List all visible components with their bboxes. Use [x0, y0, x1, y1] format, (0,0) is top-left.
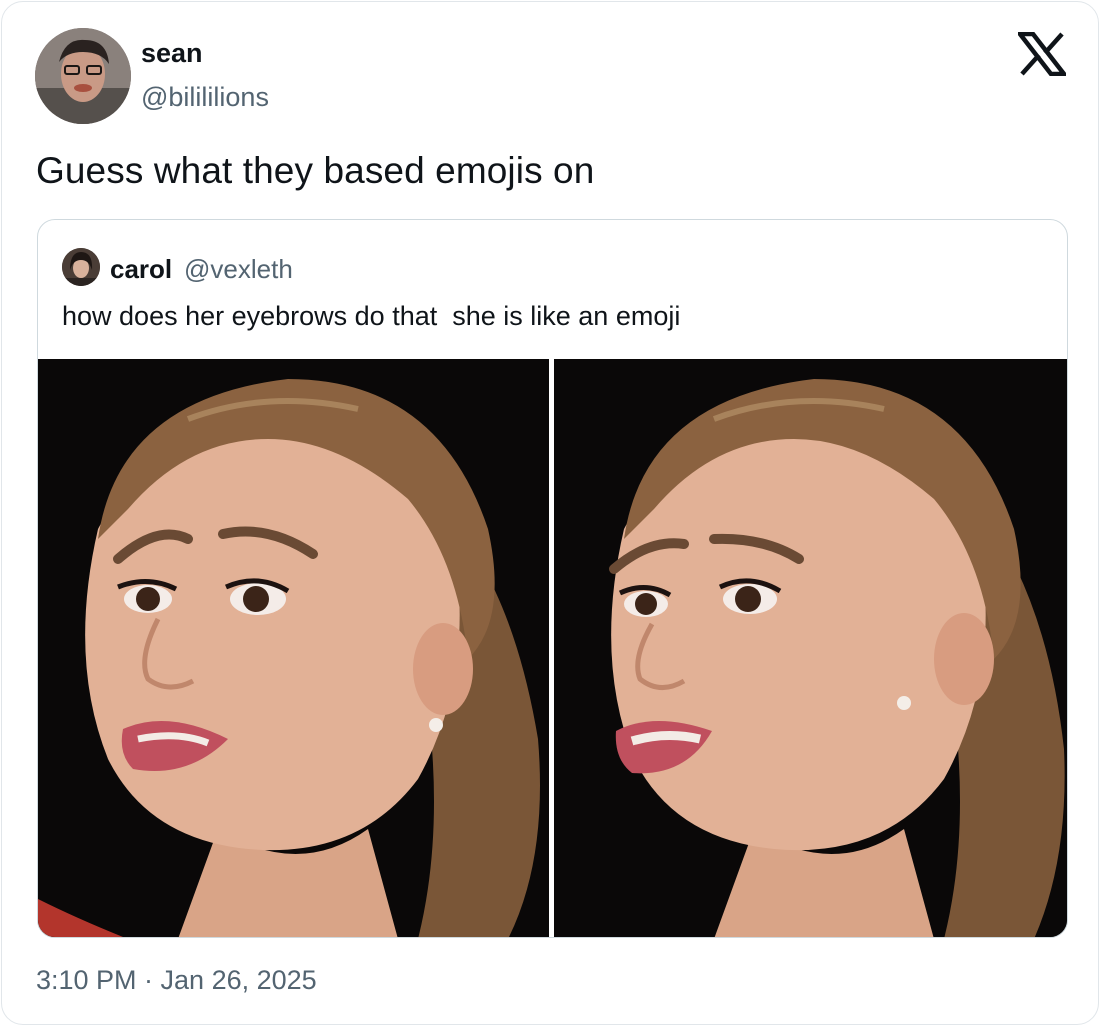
tweet-text: Guess what they based emojis on [36, 150, 595, 191]
author-display-name[interactable]: sean [141, 38, 203, 69]
quoted-handle[interactable]: @vexleth [184, 254, 293, 285]
tweet-card: sean @bilililions Guess what they based … [1, 1, 1099, 1025]
media-grid [38, 359, 1067, 937]
media-photo-left[interactable] [38, 359, 549, 937]
author-avatar[interactable] [35, 28, 131, 124]
quoted-author-avatar[interactable] [62, 248, 100, 286]
quoted-tweet[interactable]: carol @vexleth how does her eyebrows do … [37, 219, 1068, 938]
tweet-timestamp[interactable]: 3:10 PM · Jan 26, 2025 [36, 965, 317, 996]
x-logo-icon[interactable] [1015, 31, 1069, 77]
author-handle[interactable]: @bilililions [141, 82, 269, 113]
quoted-tweet-text: how does her eyebrows do that she is lik… [62, 301, 681, 331]
media-photo-right[interactable] [554, 359, 1067, 937]
quoted-display-name[interactable]: carol [110, 254, 172, 285]
